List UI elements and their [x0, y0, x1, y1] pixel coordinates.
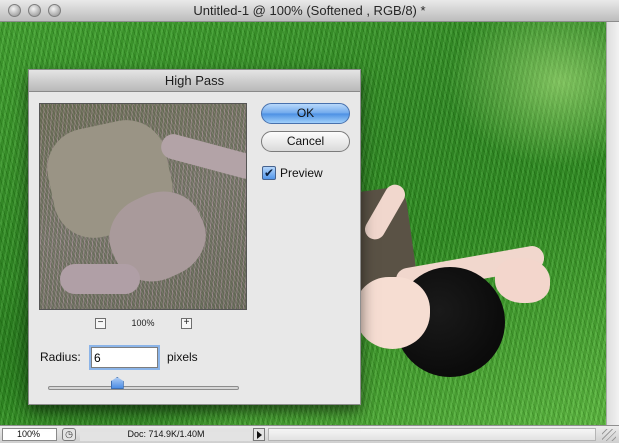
document-size-info: Doc: 714.9K/1.40M [80, 428, 252, 441]
preview-checkbox[interactable]: ✔ [262, 166, 276, 180]
photo-figure-face [355, 277, 430, 349]
vertical-scrollbar[interactable] [606, 22, 619, 425]
status-menu-icon[interactable]: ◷ [62, 428, 76, 441]
status-bar: 100% ◷ Doc: 714.9K/1.40M [0, 425, 619, 443]
resize-grip[interactable] [602, 429, 616, 441]
preview-zoom-label: 100% [131, 318, 155, 328]
dialog-title[interactable]: High Pass [29, 70, 360, 92]
zoom-out-button[interactable]: − [95, 318, 106, 329]
horizontal-scrollbar[interactable] [268, 428, 596, 441]
zoom-level-field[interactable]: 100% [2, 428, 57, 441]
preview-figure-arm [158, 131, 246, 182]
ok-button[interactable]: OK [261, 103, 350, 124]
radius-slider-thumb[interactable] [110, 377, 124, 389]
photo-figure-hand [495, 258, 550, 303]
radius-label: Radius: [40, 350, 81, 364]
preview-zoom-controls: − 100% + [95, 318, 192, 330]
cancel-button[interactable]: Cancel [261, 131, 350, 152]
filter-preview[interactable] [39, 103, 247, 310]
window-titlebar[interactable]: Untitled-1 @ 100% (Softened , RGB/8) * [0, 0, 619, 22]
radius-input[interactable] [91, 347, 158, 368]
status-arrow-button[interactable] [253, 428, 265, 441]
high-pass-dialog: High Pass − 100% + Radius: pixels OK Can… [28, 69, 361, 405]
preview-checkbox-label[interactable]: Preview [280, 166, 323, 180]
radius-units-label: pixels [167, 350, 198, 364]
radius-slider-track[interactable] [48, 386, 239, 390]
zoom-in-button[interactable]: + [181, 318, 192, 329]
preview-figure-hand [60, 264, 140, 294]
window-title: Untitled-1 @ 100% (Softened , RGB/8) * [193, 3, 426, 18]
